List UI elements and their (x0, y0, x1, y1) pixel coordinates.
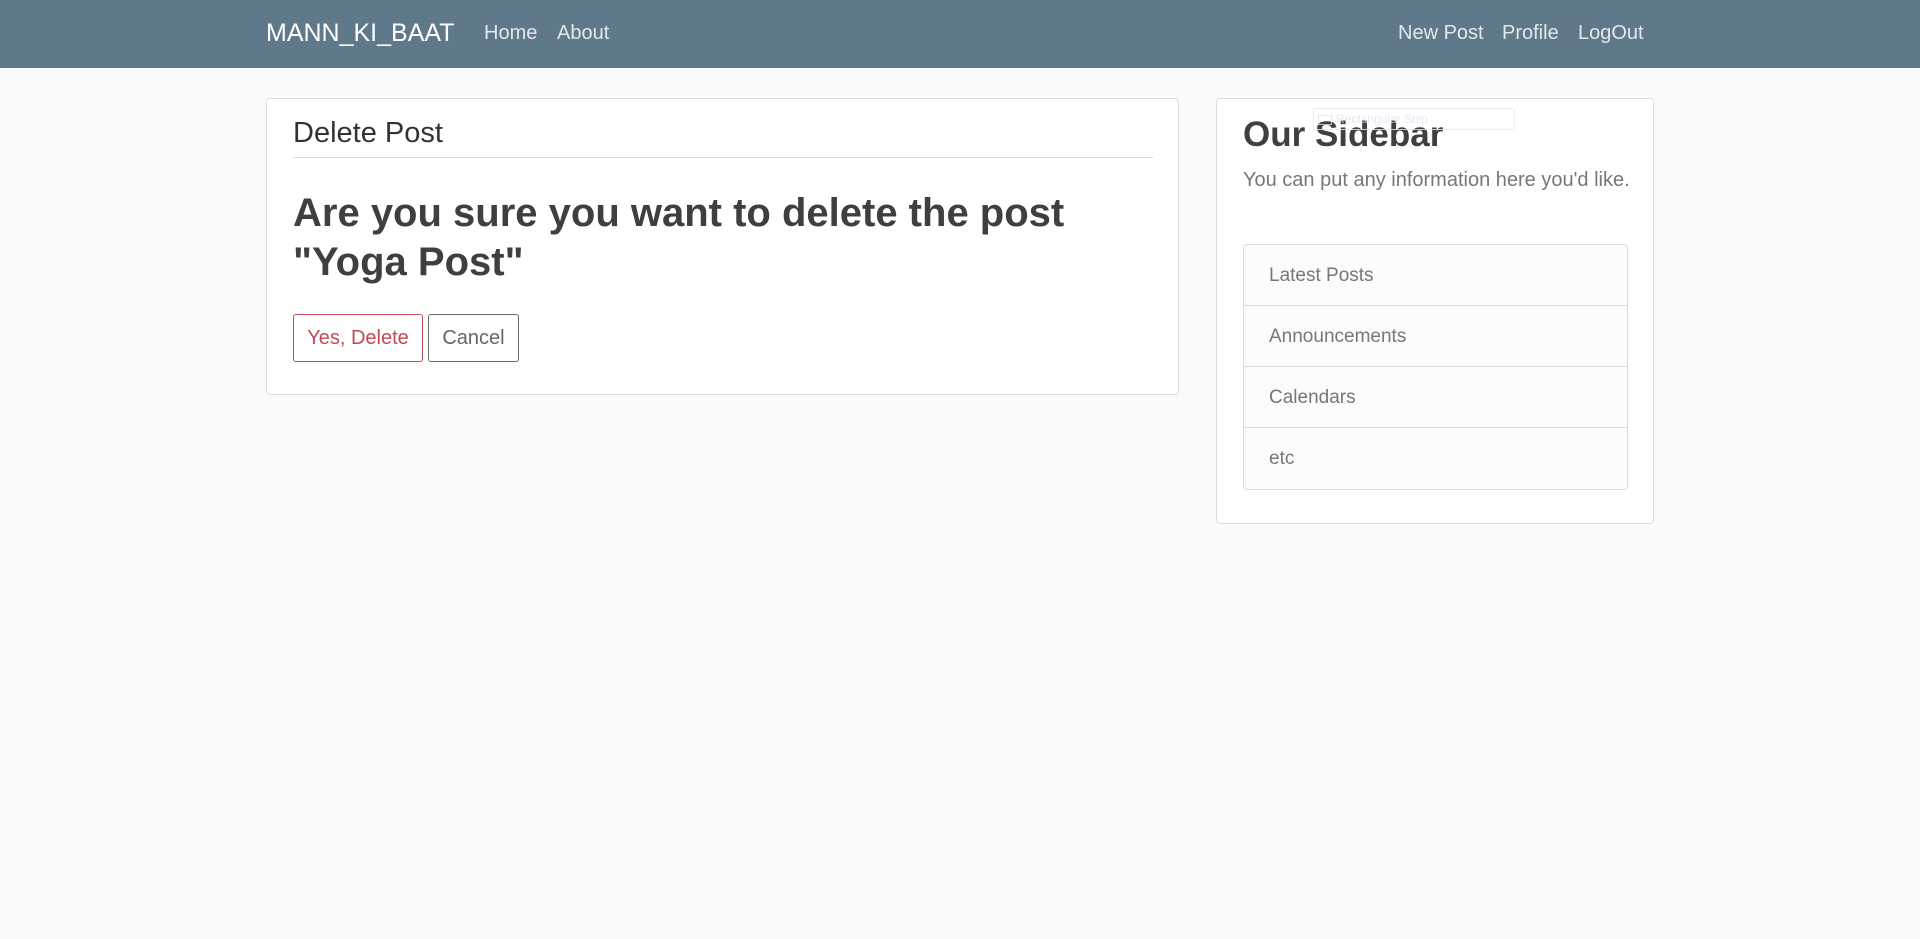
top-navbar: MANN_KI_BAAT Home About New Post Profile… (0, 0, 1920, 68)
sidebar-item-announcements[interactable]: Announcements (1244, 306, 1627, 367)
nav-new-post-link[interactable]: New Post (1398, 22, 1484, 45)
legend-divider (293, 157, 1153, 158)
delete-confirmation-heading: Are you sure you want to delete the post… (293, 191, 1065, 284)
sidebar-item-latest-posts[interactable]: Latest Posts (1244, 245, 1627, 306)
delete-post-card: Delete Post Are you sure you want to del… (266, 98, 1179, 395)
brand-link[interactable]: MANN_KI_BAAT (266, 19, 454, 48)
sidebar-card: Our Sidebar Rectangular Snip You can put… (1216, 98, 1654, 524)
sidebar-description: You can put any information here you'd l… (1243, 169, 1630, 191)
nav-about-link[interactable]: About (557, 22, 609, 45)
sidebar-item-calendars[interactable]: Calendars (1244, 367, 1627, 428)
delete-post-legend: Delete Post (293, 117, 443, 149)
sidebar-list: Latest Posts Announcements Calendars etc (1243, 244, 1628, 490)
snip-icon (1318, 114, 1332, 125)
nav-logout-link[interactable]: LogOut (1578, 22, 1644, 45)
cancel-button[interactable]: Cancel (428, 314, 519, 362)
confirm-delete-button[interactable]: Yes, Delete (293, 314, 423, 362)
nav-home-link[interactable]: Home (484, 22, 537, 45)
snip-label: Rectangular Snip (1336, 112, 1429, 126)
nav-profile-link[interactable]: Profile (1502, 22, 1559, 45)
sidebar-item-etc[interactable]: etc (1244, 428, 1627, 489)
snip-tool-overlay: Rectangular Snip (1313, 108, 1515, 130)
